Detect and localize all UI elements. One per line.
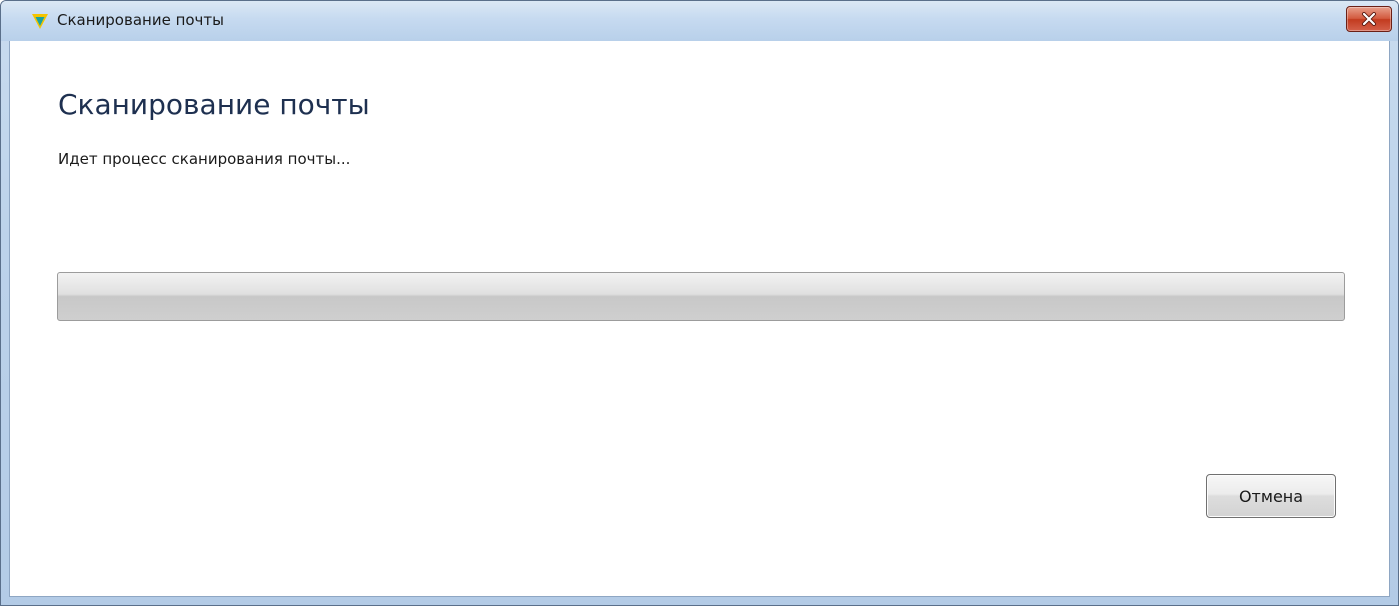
scan-progress-bar bbox=[57, 272, 1345, 321]
page-title: Сканирование почты bbox=[58, 88, 370, 121]
cancel-button[interactable]: Отмена bbox=[1206, 474, 1336, 518]
shield-v-icon bbox=[31, 12, 49, 30]
window-title: Сканирование почты bbox=[57, 11, 224, 29]
close-button[interactable] bbox=[1346, 6, 1392, 32]
scan-mail-dialog: Сканирование почты Сканирование почты Ид… bbox=[0, 0, 1399, 606]
close-icon bbox=[1361, 12, 1377, 26]
title-bar[interactable]: Сканирование почты bbox=[1, 1, 1398, 41]
status-text: Идет процесс сканирования почты... bbox=[58, 150, 351, 168]
